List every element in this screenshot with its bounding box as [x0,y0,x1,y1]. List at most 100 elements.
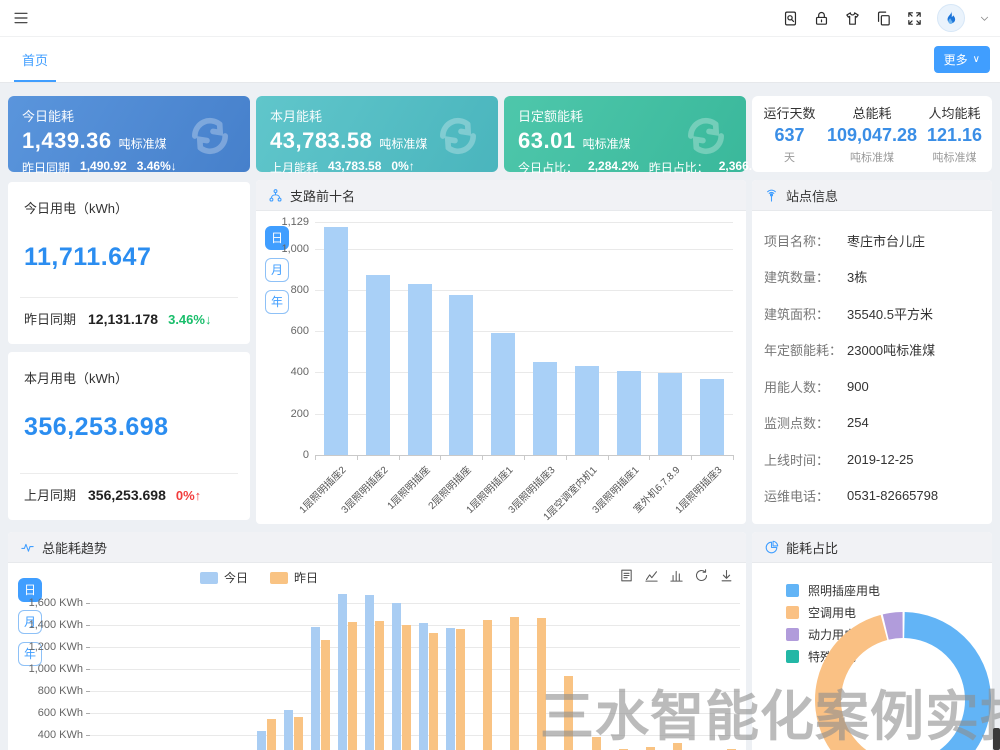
site-row-label: 建筑数量： [764,267,847,286]
donut-segment-空调用电[interactable] [828,627,902,750]
more-button-label: 更多 [944,51,968,68]
trend-bar-昨日[interactable] [510,617,519,750]
axis-tick [86,669,90,670]
donut-segment-动力用电[interactable] [886,625,903,627]
site-row-label: 年定额能耗： [764,340,847,359]
site-row-value: 枣庄市台儿庄 [847,231,925,250]
energy-share-donut [752,532,992,750]
trend-bar-今日[interactable] [446,628,455,750]
trend-bar-昨日[interactable] [321,640,330,750]
gridline [315,222,733,223]
stat-column: 人均能耗121.16吨标准煤 [917,96,992,172]
summary-footer-segment: 43,783.58 [328,159,381,176]
site-info-row: 用能人数：900 [764,368,982,405]
site-info-panel: 站点信息 项目名称：枣庄市台儿庄建筑数量：3栋建筑面积：35540.5平方米年定… [752,180,992,524]
trend-bar-昨日[interactable] [483,620,492,750]
axis-tick [86,735,90,736]
fullscreen-icon[interactable] [906,10,923,27]
trend-bar-昨日[interactable] [348,622,357,750]
site-row-value: 35540.5平方米 [847,304,933,323]
site-row-label: 建筑面积： [764,304,847,323]
theme-icon[interactable] [844,10,861,27]
summary-footer-segment: 3.46%↓ [137,159,177,176]
more-button[interactable]: 更多 ∨ [934,46,990,73]
site-info-row: 上线时间：2019-12-25 [764,441,982,478]
site-row-value: 2019-12-25 [847,452,914,467]
axis-tick [566,455,567,460]
branch-bar[interactable] [408,284,432,455]
branch-bar[interactable] [658,373,682,455]
donut-segment-照明插座用电[interactable] [904,625,978,750]
site-row-value: 0531-82665798 [847,488,938,503]
summary-footer-segment: 1,490.92 [80,159,127,176]
top-navbar [0,0,1000,37]
trend-bar-昨日[interactable] [402,625,411,750]
trend-bar-昨日[interactable] [537,618,546,750]
usage-card-footer: 上月同期356,253.6980%↑ [24,485,201,504]
trend-bar-昨日[interactable] [267,719,276,750]
summary-card-unit: 吨标准煤 [583,135,631,152]
trend-bar-昨日[interactable] [592,737,601,750]
site-info-row: 项目名称：枣庄市台儿庄 [764,222,982,259]
avatar[interactable] [937,4,965,32]
stat-label: 运行天数 [752,103,827,122]
trend-bar-今日[interactable] [392,603,401,750]
summary-footer-segment: 昨日同期 [22,159,70,176]
tab-home[interactable]: 首页 [14,50,56,82]
y-axis-label: 400 KWh [8,729,83,741]
trend-bar-昨日[interactable] [646,747,655,750]
trend-bar-今日[interactable] [257,731,266,750]
energy-trend-panel: 总能耗趋势 今日昨日 日月年 1,600 KWh1,400 KWh1,200 K… [8,532,746,750]
gridline [90,603,740,604]
tab-bar: 首页 更多 ∨ [0,37,1000,83]
axis-tick [608,455,609,460]
menu-icon[interactable] [12,10,30,26]
trend-bar-今日[interactable] [284,710,293,750]
axis-tick [524,455,525,460]
summary-card-value: 1,439.36 [22,128,112,154]
trend-bar-昨日[interactable] [294,717,303,750]
usage-footer-value: 12,131.178 [88,311,158,327]
stat-label: 人均能耗 [917,103,992,122]
trend-bar-昨日[interactable] [456,629,465,750]
branch-bar[interactable] [617,371,641,455]
site-row-value: 900 [847,379,869,394]
trend-bar-今日[interactable] [311,627,320,750]
summary-card-unit: 吨标准煤 [379,135,427,152]
gridline [90,691,740,692]
usage-card-title: 本月用电（kWh） [24,368,234,387]
axis-tick [482,455,483,460]
axis-tick [357,455,358,460]
gridline [90,713,740,714]
summary-card-3: 日定额能耗63.01吨标准煤今日占比：2,284.2%昨日占比：2,366.03… [504,96,746,172]
trend-bar-昨日[interactable] [673,743,682,750]
audit-log-icon[interactable] [782,10,799,27]
branch-bar[interactable] [449,295,473,455]
site-info-rows: 项目名称：枣庄市台儿庄建筑数量：3栋建筑面积：35540.5平方米年定额能耗： 2… [764,222,982,514]
trend-bar-昨日[interactable] [564,676,573,750]
usage-footer-label: 昨日同期 [24,309,76,328]
branch-bar[interactable] [324,227,348,455]
branch-bar[interactable] [533,362,557,455]
trend-bar-昨日[interactable] [375,621,384,750]
chevron-down-icon[interactable] [979,13,990,24]
branch-bar[interactable] [366,275,390,455]
copy-icon[interactable] [875,10,892,27]
branch-bar[interactable] [491,333,515,455]
trend-bar-今日[interactable] [338,594,347,750]
y-axis-label: 600 [256,325,309,337]
branch-bar[interactable] [700,379,724,455]
trend-bar-今日[interactable] [365,595,374,750]
scrollbar-thumb[interactable] [993,728,1000,750]
usage-card-2: 本月用电（kWh）356,253.698上月同期356,253.6980%↑ [8,352,250,520]
gridline [90,735,740,736]
trend-bar-昨日[interactable] [429,633,438,750]
branch-bar[interactable] [575,366,599,455]
y-axis-label: 800 [256,284,309,296]
site-row-value: 3栋 [847,267,867,286]
site-row-label: 运维电话： [764,486,847,505]
trend-bar-今日[interactable] [419,623,428,750]
overview-stats-panel: 运行天数637天总能耗109,047.28吨标准煤人均能耗121.16吨标准煤 [752,96,992,172]
navbar-icons [782,0,990,36]
lock-icon[interactable] [813,10,830,27]
